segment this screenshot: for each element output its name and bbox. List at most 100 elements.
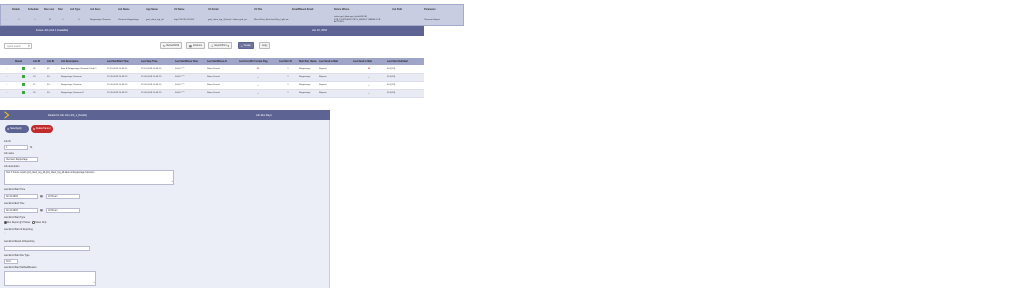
list-col-header[interactable]: Job Description [60, 58, 106, 65]
radio-report-label[interactable]: Run Report @ 8 Notes [7, 222, 30, 224]
cell: 46 [46, 65, 60, 74]
save-button[interactable]: ⚙ Save/Apply [5, 125, 29, 133]
top-grid-col[interactable]: Job Type [69, 5, 89, 14]
refresh-button[interactable]: ↻ Refresh/Poll [160, 42, 183, 49]
quick-search-input[interactable]: Quick search ⚲ [4, 43, 32, 49]
row-menu-icon[interactable]: ... [0, 81, 14, 90]
columns-button[interactable]: ▦ Columns [186, 42, 205, 49]
status-type-select[interactable]: Xoro [4, 259, 18, 264]
table-row[interactable]: ... 20 34 Reppertage Clemson D 22-05-201… [0, 89, 424, 98]
job-id-field[interactable]: 1 [4, 145, 28, 150]
last-start-date-field[interactable]: 02-12-2018 [4, 194, 38, 199]
top-grid-row[interactable]: ... ✓ □ ↻ ✓ 0 Reppertage Clemson Clemson… [1, 14, 463, 26]
last-end-time-field[interactable]: 10:00 am [46, 208, 80, 213]
last-start-time-field[interactable]: 10:00 am [46, 194, 80, 199]
cell: 22 [32, 81, 46, 90]
list-col-header[interactable]: Result [14, 58, 32, 65]
row-menu-icon[interactable]: ... [1, 14, 11, 26]
cell: 1 [278, 65, 298, 74]
top-grid-col[interactable]: Job Path [391, 5, 423, 14]
top-grid-col[interactable]: Schedule [27, 5, 43, 14]
refresh-label: Refresh/Poll [166, 44, 180, 47]
last-end-date-field[interactable]: 02-12-2018 [4, 208, 38, 213]
row-menu-icon[interactable]: ... [0, 65, 14, 74]
calendar-icon[interactable]: ▦ [40, 208, 43, 212]
job-desc-textarea[interactable]: Test // Future report grid_client_log_al… [4, 170, 174, 185]
radio-notes-label[interactable]: Notes Only [35, 222, 46, 224]
cell: 00:00 **** [174, 81, 206, 90]
cell: Reports [318, 73, 352, 82]
search-icon[interactable]: ⚲ [28, 44, 30, 48]
job-name-label: Job name [4, 153, 15, 155]
delete-button[interactable]: ✖ Delete/Cancel [31, 125, 53, 133]
top-grid-col[interactable]: Url File [253, 5, 291, 14]
resize-grip-icon[interactable]: ⇲ [171, 181, 173, 184]
resize-grip-icon[interactable]: ⇲ [93, 282, 95, 285]
list-col-header[interactable]: Job ID [46, 58, 60, 65]
cell: 00:00 **** [174, 65, 206, 74]
columns-icon: ▦ [189, 43, 192, 48]
list-col-header[interactable]: Last Error/Dir Format Flag [238, 58, 278, 65]
edit-icon[interactable] [21, 75, 25, 78]
job-desc-value: Test // Future report grid_client_log_al… [6, 171, 95, 174]
edit-icon[interactable] [21, 66, 25, 70]
start-result-toggle-icon[interactable]: ○ [4, 233, 5, 235]
table-row[interactable]: ... 28 46 Item E-Reppertage Clemson Draf… [0, 65, 424, 74]
top-grid-col[interactable]: App Name [145, 5, 173, 14]
list-col-header[interactable]: Last Retr ID [278, 58, 298, 65]
list-col-header[interactable]: Last Start-Out/Alert [386, 58, 424, 65]
schedule-icon[interactable]: □ [27, 14, 43, 26]
row-menu-icon[interactable]: ... [0, 73, 14, 82]
url-file-cell: \Reco\Print_Bon ftont.Rep_Lqtkr.stc [254, 18, 289, 21]
parameter-cell: Clemson Report [424, 18, 440, 21]
list-col-header[interactable]: Last Send to Mail [318, 58, 352, 65]
list-col-header[interactable]: Last Start/Done At [206, 58, 238, 65]
edit-icon[interactable] [21, 83, 25, 86]
cell: 00:00 **** [174, 73, 206, 82]
top-grid-col[interactable]: Notice Where [333, 5, 391, 14]
top-grid-col[interactable]: Url Email [207, 5, 253, 14]
stop-result-field[interactable] [4, 246, 90, 251]
top-grid-col[interactable]: Parameter [423, 5, 463, 14]
top-grid-col[interactable]: Job Name [117, 5, 145, 14]
calendar-icon[interactable]: ▦ [40, 194, 43, 198]
table-row[interactable]: ... 24 34 Reppertage Clemson 22-05-2018 … [0, 73, 424, 82]
start-type-radio-group: Run Report @ 8 Notes Notes Only [4, 221, 47, 224]
job-desc-cell: Reppertage Clemson [90, 18, 111, 21]
edit-icon[interactable] [21, 91, 25, 94]
status-check-icon: ✓ [238, 81, 278, 90]
cell: 1 [278, 89, 298, 98]
stepper-icon[interactable]: ⇅ [30, 145, 33, 149]
job-name-select[interactable]: Clemson Reppertage [4, 157, 38, 162]
top-grid-col[interactable]: Email/Based Email [291, 5, 333, 14]
run-now-icon[interactable]: ↻ [43, 14, 57, 26]
table-row[interactable]: ... 22 34 Reppertage Clemson 22-05-2018 … [0, 81, 424, 90]
list-col-header[interactable]: Last Send to Mail [352, 58, 386, 65]
notify-textarea[interactable]: ⇲ [4, 271, 96, 286]
list-col-header[interactable]: Last Start/Done Time [174, 58, 206, 65]
job-type-cell: 0 [78, 18, 80, 21]
cell: 22-05-2018 10:09:13 [140, 89, 174, 98]
edit-header-title: Details for Job Job (Job_1_Details) [48, 113, 87, 117]
create-label: Create [243, 44, 251, 47]
save-icon: ⚙ [7, 128, 10, 131]
top-grid-col[interactable]: Stat [57, 5, 69, 14]
top-grid-col[interactable]: Details [11, 5, 27, 14]
top-grid-col[interactable] [1, 5, 11, 14]
stop-result-label: Last Error/Result Id Reporting [4, 241, 35, 243]
top-grid-col[interactable]: Url Name [173, 5, 207, 14]
export-button[interactable]: ⇩ Export/Print ▾ [208, 42, 233, 49]
copy-button[interactable]: Copy [259, 42, 271, 49]
list-col-header[interactable]: Last Stop Time [140, 58, 174, 65]
create-button[interactable]: + Create [238, 42, 254, 49]
top-grid-col[interactable]: Job Desc [89, 5, 117, 14]
list-col-header[interactable]: Next Run_Name [298, 58, 318, 65]
list-col-header[interactable]: Job ID [32, 58, 46, 65]
row-menu-icon[interactable]: ... [0, 89, 14, 98]
details-icon[interactable]: ✓ [11, 14, 27, 26]
cell: 22-10-2018 10:09:13 [140, 65, 174, 74]
search-placeholder: Quick search [7, 45, 21, 48]
list-col-header[interactable] [0, 58, 14, 65]
list-col-header[interactable]: Last Run/Start Time [106, 58, 140, 65]
top-grid-col[interactable]: Run now [43, 5, 57, 14]
